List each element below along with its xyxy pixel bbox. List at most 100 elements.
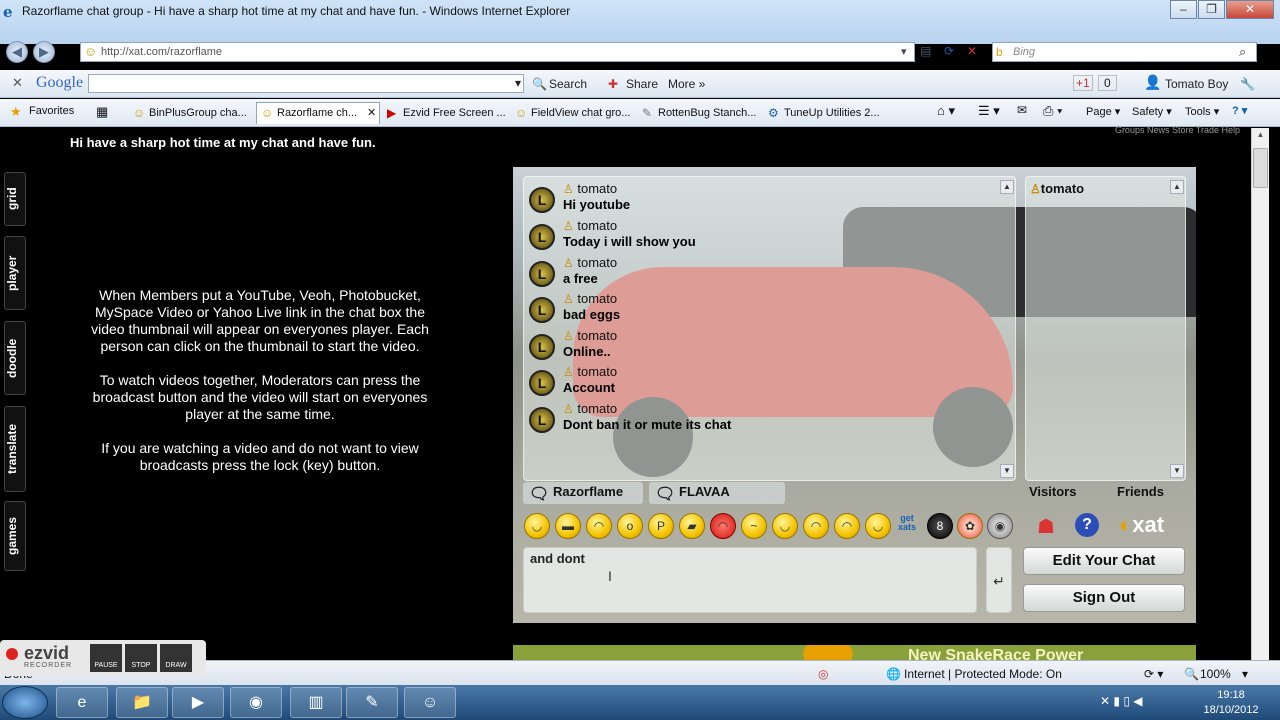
- google-search-input[interactable]: [88, 74, 524, 93]
- smiley-blush-icon[interactable]: ◡: [772, 513, 798, 539]
- address-bar[interactable]: ☺ http://xat.com/razorflame ▾: [80, 42, 915, 62]
- zoom-level[interactable]: 100%: [1200, 667, 1231, 681]
- user-avatar-icon[interactable]: L: [529, 224, 555, 250]
- gift-icon[interactable]: ✿: [957, 513, 983, 539]
- minimize-button[interactable]: –: [1170, 0, 1197, 19]
- safety-menu[interactable]: Safety ▾: [1132, 105, 1172, 118]
- taskbar-app-icon[interactable]: ▥: [290, 687, 342, 718]
- xat-logo[interactable]: ◐xat: [1119, 512, 1164, 538]
- user-avatar-icon[interactable]: L: [529, 297, 555, 323]
- sound-icon[interactable]: ◉: [987, 513, 1013, 539]
- close-window-button[interactable]: ✕: [1226, 0, 1274, 19]
- side-tab-player[interactable]: player: [4, 236, 26, 310]
- feeds-icon[interactable]: ☰ ▾: [978, 103, 1000, 119]
- google-search-button[interactable]: Search: [549, 77, 587, 91]
- edit-your-chat-button[interactable]: Edit Your Chat: [1023, 547, 1185, 575]
- smiley-tongue-icon[interactable]: P: [648, 513, 674, 539]
- address-dropdown-icon[interactable]: ▾: [901, 45, 907, 58]
- smiley-mad-icon[interactable]: ◠: [710, 513, 736, 539]
- scroll-up-arrow[interactable]: ▲: [1253, 130, 1268, 144]
- taskbar-explorer-icon[interactable]: 📁: [116, 687, 168, 718]
- sign-out-button[interactable]: Sign Out: [1023, 584, 1185, 612]
- tab-fieldview[interactable]: ☺ FieldView chat gro...: [510, 102, 638, 124]
- clock[interactable]: 19:18 18/10/2012: [1186, 688, 1276, 718]
- users-scroll-down[interactable]: ▼: [1170, 464, 1184, 478]
- groups-icon[interactable]: ☗: [1037, 514, 1055, 539]
- stop-button[interactable]: STOP: [125, 644, 157, 672]
- pause-button[interactable]: PAUSE: [90, 644, 122, 672]
- compat-status-icon[interactable]: ⟳ ▾: [1144, 667, 1163, 681]
- tab-ezvid[interactable]: ▶ Ezvid Free Screen ...: [382, 102, 508, 124]
- print-icon[interactable]: ⎙ ▾: [1043, 103, 1062, 119]
- send-button[interactable]: ↵: [986, 547, 1012, 613]
- user-avatar-icon[interactable]: L: [529, 261, 555, 287]
- taskbar-xat-icon[interactable]: ☺: [404, 687, 456, 718]
- plus-one-button[interactable]: +1: [1073, 75, 1093, 91]
- smiley-smile-icon[interactable]: ◡: [524, 513, 550, 539]
- help-icon[interactable]: ?: [1075, 513, 1099, 537]
- top-menu[interactable]: Groups News Store Trade Help: [1115, 125, 1240, 135]
- side-tab-doodle[interactable]: doodle: [4, 321, 26, 395]
- smiley-happy-icon[interactable]: ◡: [865, 513, 891, 539]
- tools-menu[interactable]: Tools ▾: [1185, 105, 1219, 118]
- stop-icon[interactable]: ✕: [967, 44, 977, 58]
- tab-pc[interactable]: 🗨 FLAVAA: [649, 482, 785, 504]
- help-icon[interactable]: ? ▾: [1232, 104, 1247, 117]
- google-share-button[interactable]: Share: [626, 77, 658, 91]
- google-more-button[interactable]: More »: [668, 77, 705, 91]
- page-scrollbar[interactable]: ▲: [1251, 128, 1269, 660]
- start-button[interactable]: [2, 686, 48, 719]
- back-button[interactable]: ◀: [6, 41, 28, 63]
- tab-main-chat[interactable]: 🗨 Razorflame: [523, 482, 643, 504]
- message-input[interactable]: and dont I: [523, 547, 977, 613]
- google-user-name[interactable]: Tomato Boy: [1165, 77, 1228, 91]
- close-tab-icon[interactable]: ✕: [367, 106, 376, 119]
- security-zone[interactable]: Internet | Protected Mode: On: [904, 667, 1062, 681]
- compat-view-icon[interactable]: ▤: [920, 44, 931, 58]
- google-dropdown-icon[interactable]: ▾: [515, 76, 521, 90]
- refresh-icon[interactable]: ⟳: [944, 44, 954, 58]
- smiley-wink-icon[interactable]: ◠: [586, 513, 612, 539]
- message-scroll-up[interactable]: ▲: [1000, 180, 1014, 194]
- user-list-item[interactable]: ♙tomato: [1030, 181, 1084, 196]
- eight-ball-icon[interactable]: 8: [927, 513, 953, 539]
- taskbar-chrome-icon[interactable]: ◉: [230, 687, 282, 718]
- smiley-sad-icon[interactable]: ◠: [803, 513, 829, 539]
- visitors-tab[interactable]: Visitors: [1021, 482, 1084, 504]
- smiley-cry-icon[interactable]: ◠: [834, 513, 860, 539]
- tab-tuneup[interactable]: ⚙ TuneUp Utilities 2...: [763, 102, 889, 124]
- favorites-button[interactable]: Favorites: [29, 105, 74, 117]
- draw-button[interactable]: DRAW: [160, 644, 192, 672]
- page-menu[interactable]: Page ▾: [1086, 105, 1120, 118]
- tray-icons[interactable]: ✕ ▮ ▯ ◀: [1100, 694, 1143, 708]
- wrench-icon[interactable]: 🔧: [1240, 77, 1255, 91]
- side-tab-grid[interactable]: grid: [4, 172, 26, 226]
- smiley-cool-icon[interactable]: ▰: [679, 513, 705, 539]
- user-list-pane[interactable]: ♙tomato ▲ ▼: [1025, 176, 1186, 481]
- home-icon[interactable]: ⌂ ▾: [937, 103, 955, 119]
- taskbar-media-player-icon[interactable]: ▶: [172, 687, 224, 718]
- taskbar-tool-icon[interactable]: ✎: [346, 687, 398, 718]
- users-scroll-up[interactable]: ▲: [1170, 180, 1184, 194]
- user-avatar-icon[interactable]: L: [529, 407, 555, 433]
- zoom-dropdown-icon[interactable]: ▾: [1242, 667, 1248, 681]
- message-scroll-down[interactable]: ▼: [1000, 464, 1014, 478]
- taskbar-ie-icon[interactable]: e: [56, 687, 108, 718]
- user-avatar-icon[interactable]: L: [529, 370, 555, 396]
- user-avatar-icon[interactable]: L: [529, 334, 555, 360]
- smiley-shocked-icon[interactable]: o: [617, 513, 643, 539]
- tab-binplusgroup[interactable]: ☺ BinPlusGroup cha...: [128, 102, 254, 124]
- tab-razorflame[interactable]: ☺ Razorflame ch... ✕: [256, 102, 380, 124]
- side-tab-games[interactable]: games: [4, 501, 26, 571]
- maximize-button[interactable]: ❐: [1198, 0, 1225, 19]
- quick-tabs-icon[interactable]: ▦: [96, 104, 108, 120]
- close-toolbar-icon[interactable]: ✕: [12, 75, 23, 91]
- friends-tab[interactable]: Friends: [1109, 482, 1172, 504]
- popup-blocked-icon[interactable]: ◎: [818, 667, 828, 681]
- search-box[interactable]: b Bing ⌕: [992, 42, 1257, 62]
- smiley-confused-icon[interactable]: ~: [741, 513, 767, 539]
- forward-button[interactable]: ▶: [33, 41, 55, 63]
- side-tab-translate[interactable]: translate: [4, 406, 26, 492]
- mail-icon[interactable]: ✉: [1017, 103, 1027, 117]
- get-xats-button[interactable]: get xats: [893, 514, 921, 538]
